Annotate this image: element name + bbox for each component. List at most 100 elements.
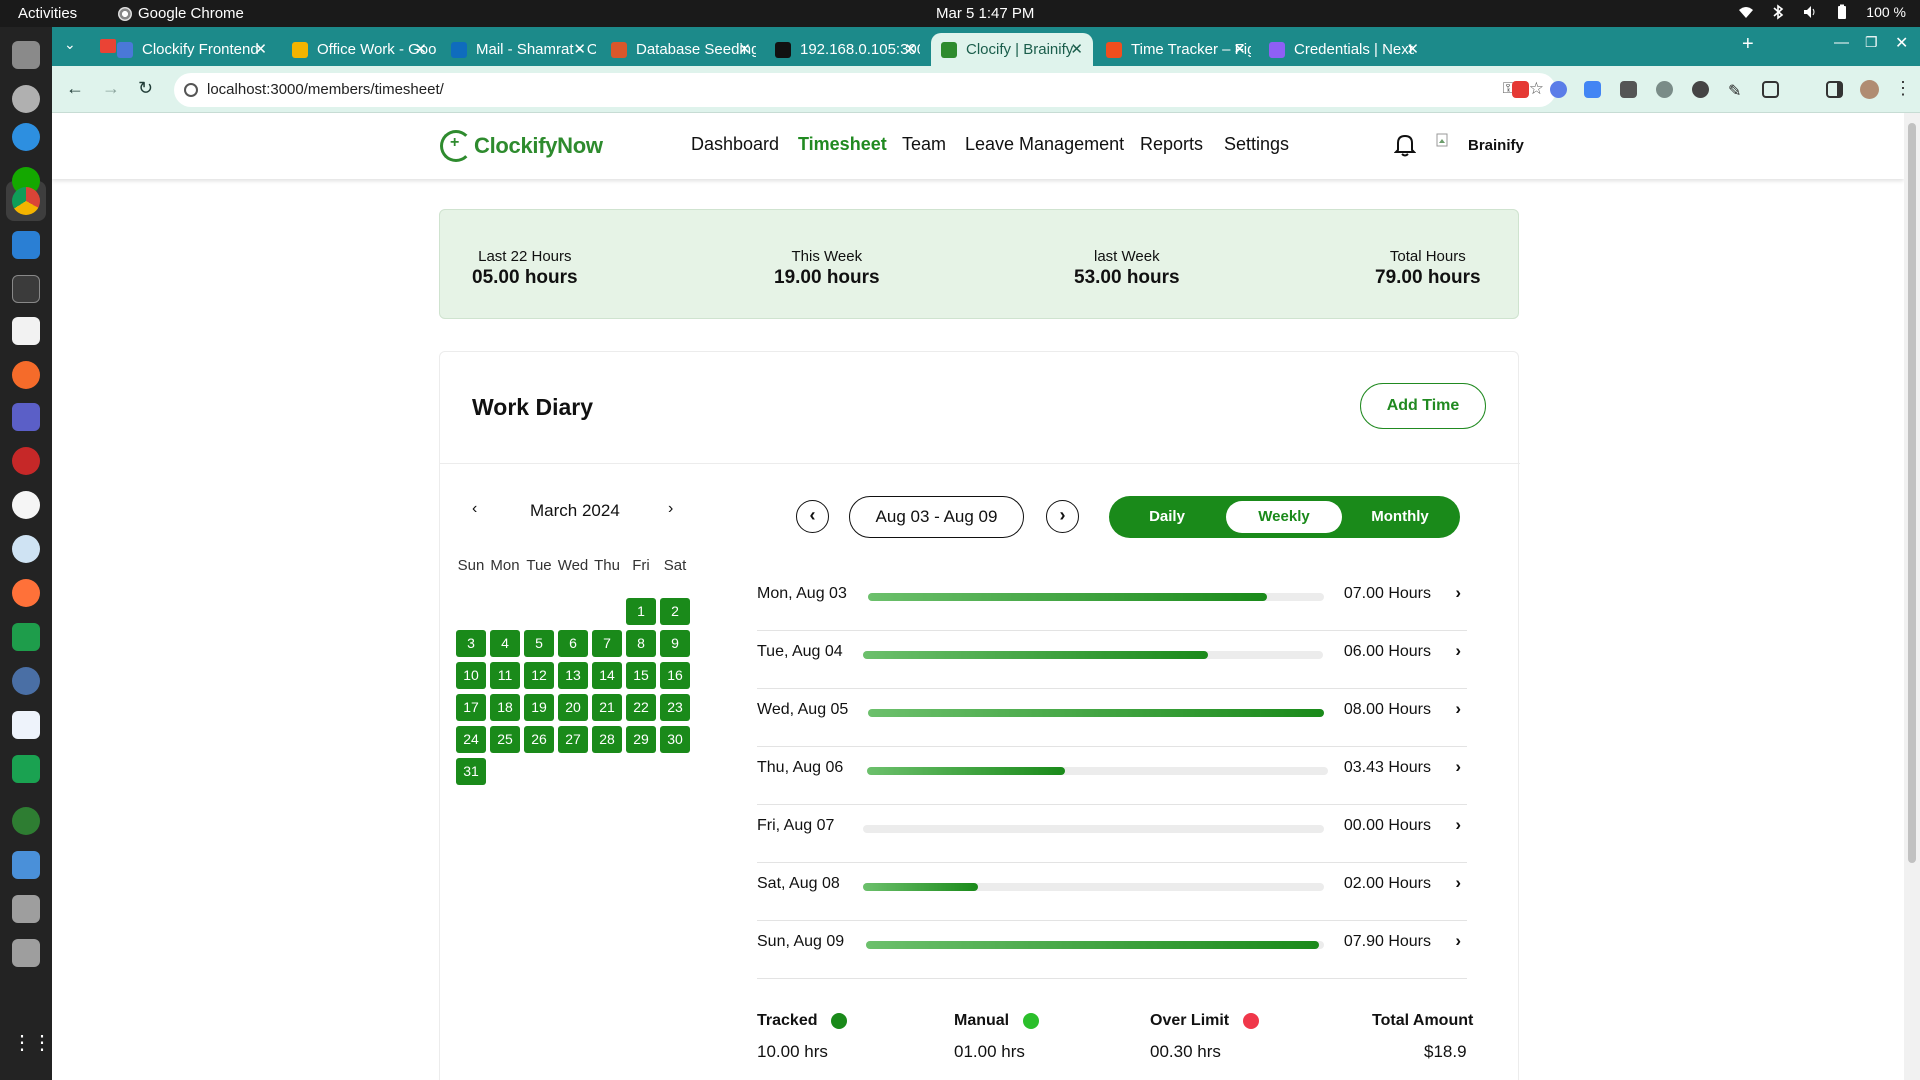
app-green-icon[interactable]: [12, 807, 40, 835]
calendar-day[interactable]: 11: [490, 662, 520, 689]
tab-close-icon[interactable]: ✕: [573, 40, 586, 58]
nav-timesheet[interactable]: Timesheet: [798, 134, 887, 155]
notification-bell-icon[interactable]: [1394, 133, 1416, 157]
disk-icon[interactable]: [12, 895, 40, 923]
terminal-icon[interactable]: [12, 275, 40, 303]
calendar-day[interactable]: 17: [456, 694, 486, 721]
view-weekly-button[interactable]: Weekly: [1226, 501, 1342, 533]
address-url[interactable]: localhost:3000/members/timesheet/: [207, 81, 444, 98]
vscode-icon[interactable]: [12, 231, 40, 259]
calendar-day[interactable]: 6: [558, 630, 588, 657]
show-apps-icon[interactable]: ⋮⋮: [12, 1029, 52, 1057]
calendar-day[interactable]: 9: [660, 630, 690, 657]
calendar-day[interactable]: 1: [626, 598, 656, 625]
postman-icon[interactable]: [12, 361, 40, 389]
activities-button[interactable]: Activities: [18, 5, 77, 22]
mongodb-icon[interactable]: [12, 491, 40, 519]
chrome-dock-icon[interactable]: [12, 187, 40, 215]
translate-extension-icon[interactable]: [1584, 81, 1601, 98]
view-daily-button[interactable]: Daily: [1109, 501, 1225, 533]
time-entry-row[interactable]: Thu, Aug 06 03.43 Hours ›: [757, 747, 1467, 805]
calendar-day[interactable]: 25: [490, 726, 520, 753]
app-red-icon[interactable]: [12, 447, 40, 475]
back-icon[interactable]: ←: [66, 78, 84, 99]
bookmark-star-icon[interactable]: ☆: [1529, 79, 1544, 99]
eyedropper-extension-icon[interactable]: ✎: [1728, 81, 1745, 100]
app-swirl-icon[interactable]: [12, 667, 40, 695]
extension-circle-icon[interactable]: [1656, 81, 1673, 98]
tab-close-icon[interactable]: ✕: [904, 40, 917, 58]
tab-search-icon[interactable]: ⌄: [64, 36, 76, 53]
scrollbar-thumb[interactable]: [1908, 123, 1916, 863]
calendar-day[interactable]: 23: [660, 694, 690, 721]
calendar-day[interactable]: 31: [456, 758, 486, 785]
tab-close-icon[interactable]: ✕: [1406, 40, 1419, 58]
calendar-day[interactable]: 3: [456, 630, 486, 657]
chat-icon[interactable]: [12, 755, 40, 783]
calendar-day[interactable]: 24: [456, 726, 486, 753]
maximize-button[interactable]: ❐: [1865, 34, 1878, 51]
browser-tab[interactable]: 192.168.0.105:3000✕: [765, 33, 927, 66]
adblock-extension-icon[interactable]: [1512, 81, 1529, 98]
browser-tab[interactable]: Mail - Shamrat - Ou ✕: [441, 33, 596, 66]
close-window-button[interactable]: ✕: [1895, 33, 1908, 53]
extension-f-icon[interactable]: [1620, 81, 1637, 98]
calendar-day[interactable]: 13: [558, 662, 588, 689]
calendar-day[interactable]: 7: [592, 630, 622, 657]
spreadsheet-icon[interactable]: [12, 623, 40, 651]
nav-leave-management[interactable]: Leave Management: [965, 134, 1124, 155]
app-logo[interactable]: ClockifyNow: [440, 130, 603, 162]
calendar-day[interactable]: 28: [592, 726, 622, 753]
text-editor-icon[interactable]: [12, 711, 40, 739]
calendar-day[interactable]: 16: [660, 662, 690, 689]
app-cube-icon[interactable]: [12, 851, 40, 879]
calendar-day[interactable]: 8: [626, 630, 656, 657]
user-name[interactable]: Brainify: [1468, 137, 1524, 154]
firefox-icon[interactable]: [12, 579, 40, 607]
entry-expand-chevron-icon[interactable]: ›: [1455, 873, 1461, 893]
browser-menu-icon[interactable]: ⋮: [1894, 78, 1912, 99]
side-panel-icon[interactable]: [1826, 81, 1843, 98]
extension-dark-icon[interactable]: [1692, 81, 1709, 98]
tab-close-icon[interactable]: ✕: [738, 40, 751, 58]
time-entry-row[interactable]: Sat, Aug 08 02.00 Hours ›: [757, 863, 1467, 921]
add-time-button[interactable]: Add Time: [1360, 383, 1486, 429]
range-next-button[interactable]: ›: [1046, 500, 1079, 533]
browser-tab[interactable]: Database Seeding ✕: [601, 33, 761, 66]
settings-icon[interactable]: [12, 85, 40, 113]
new-tab-button[interactable]: +: [1742, 33, 1754, 56]
site-info-icon[interactable]: [184, 83, 198, 97]
calendar-day[interactable]: 5: [524, 630, 554, 657]
calendar-day[interactable]: 15: [626, 662, 656, 689]
calendar-day[interactable]: 26: [524, 726, 554, 753]
entry-expand-chevron-icon[interactable]: ›: [1455, 815, 1461, 835]
calendar-next-month-icon[interactable]: ›: [668, 500, 673, 518]
profile-avatar[interactable]: [1860, 80, 1879, 99]
extensions-puzzle-icon[interactable]: [1762, 81, 1779, 98]
calendar-day[interactable]: 19: [524, 694, 554, 721]
calendar-day[interactable]: 4: [490, 630, 520, 657]
time-entry-row[interactable]: Mon, Aug 03 07.00 Hours ›: [757, 573, 1467, 631]
tab-close-icon[interactable]: ✕: [414, 40, 427, 58]
calendar-day[interactable]: 18: [490, 694, 520, 721]
entry-expand-chevron-icon[interactable]: ›: [1455, 931, 1461, 951]
calendar-day[interactable]: 2: [660, 598, 690, 625]
calendar-day[interactable]: 10: [456, 662, 486, 689]
forward-icon[interactable]: →: [102, 78, 120, 99]
browser-tab[interactable]: Credentials | NextA ✕: [1259, 33, 1429, 66]
disk-icon-2[interactable]: [12, 939, 40, 967]
user-avatar[interactable]: [1436, 133, 1454, 159]
browser-tab[interactable]: Time Tracker – Figm✕: [1096, 33, 1256, 66]
teams-icon[interactable]: [12, 403, 40, 431]
entry-expand-chevron-icon[interactable]: ›: [1455, 641, 1461, 661]
nav-dashboard[interactable]: Dashboard: [691, 134, 779, 155]
reload-icon[interactable]: ↻: [138, 78, 153, 99]
minimize-button[interactable]: —: [1834, 34, 1849, 51]
files-icon[interactable]: [12, 41, 40, 69]
time-entry-row[interactable]: Sun, Aug 09 07.90 Hours ›: [757, 921, 1467, 979]
address-bar[interactable]: localhost:3000/members/timesheet/ ⚿ ☆: [174, 73, 1556, 107]
tab-close-icon[interactable]: ✕: [1070, 40, 1083, 58]
calendar-day[interactable]: 29: [626, 726, 656, 753]
browser-tab[interactable]: Clocify | Brainify ✕: [931, 33, 1093, 66]
calendar-day[interactable]: 27: [558, 726, 588, 753]
